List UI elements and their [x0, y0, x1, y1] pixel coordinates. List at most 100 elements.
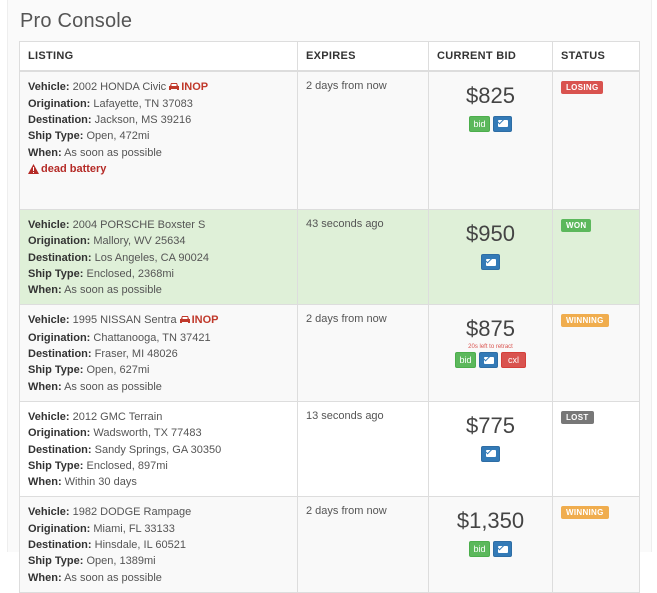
when-value: Within 30 days	[64, 476, 137, 489]
bid-button[interactable]: bid	[469, 115, 490, 132]
origination-label: Origination:	[28, 427, 91, 440]
status-badge: WINNING	[561, 314, 609, 328]
message-button[interactable]	[481, 254, 500, 270]
bid-amount: $875	[466, 316, 515, 342]
bid-cell: $875 20s left to retract bid cxl	[428, 304, 553, 402]
listing-cell: Vehicle: 2012 GMC Terrain Origination: W…	[19, 400, 298, 498]
origination-label: Origination:	[28, 522, 91, 535]
vehicle-warning: dead battery	[28, 161, 289, 179]
car-icon	[179, 313, 191, 329]
column-header-listing: LISTING	[19, 41, 298, 72]
message-button[interactable]	[481, 445, 500, 462]
expires-cell: 2 days from now	[297, 70, 429, 210]
when-value: As soon as possible	[64, 284, 162, 297]
expires-cell: 13 seconds ago	[297, 400, 429, 498]
bid-button[interactable]: bid	[455, 352, 476, 369]
origination-label: Origination:	[28, 97, 91, 110]
when-label: When:	[28, 380, 62, 393]
when-value: As soon as possible	[64, 146, 162, 159]
column-header-expires: EXPIRES	[297, 41, 429, 72]
bid-cell: $775	[428, 400, 553, 498]
ship-type-value: Enclosed, 897mi	[86, 459, 168, 472]
pro-console-panel: Pro Console LISTING EXPIRES CURRENT BID …	[7, 0, 652, 593]
origination-value: Chattanooga, TN 37421	[93, 331, 211, 344]
vehicle-label: Vehicle:	[28, 410, 70, 423]
table-row: Vehicle: 2004 PORSCHE Boxster S Originat…	[19, 208, 640, 306]
status-cell: LOSING	[552, 70, 640, 210]
column-header-status: STATUS	[552, 41, 640, 72]
when-value: As soon as possible	[64, 380, 162, 393]
status-cell: LOST	[552, 400, 640, 498]
destination-value: Jackson, MS 39216	[94, 114, 192, 127]
origination-value: Mallory, WV 25634	[93, 235, 186, 248]
listing-cell: Vehicle: 1995 NISSAN Sentra INOP Originat…	[19, 304, 298, 402]
table-row: Vehicle: 2002 HONDA Civic INOP Originatio…	[19, 70, 640, 210]
table-row: Vehicle: 1982 DODGE Rampage Origination:…	[19, 496, 640, 593]
status-badge: WON	[561, 219, 592, 232]
ship-type-label: Ship Type:	[28, 555, 84, 568]
listing-cell: Vehicle: 2002 HONDA Civic INOP Originatio…	[19, 70, 298, 210]
inop-label: INOP	[181, 80, 209, 93]
cancel-bid-button[interactable]: cxl	[501, 352, 526, 369]
when-label: When:	[28, 476, 62, 489]
page-title: Pro Console	[20, 10, 133, 32]
ship-type-label: Ship Type:	[28, 364, 84, 377]
destination-value: Los Angeles, CA 90024	[94, 251, 209, 264]
car-icon	[168, 80, 180, 96]
bid-cell: $1,350 bid	[428, 496, 553, 593]
bid-cell: $950	[428, 208, 553, 306]
message-button[interactable]	[493, 115, 512, 132]
warning-text: dead battery	[41, 162, 107, 175]
listing-cell: Vehicle: 2004 PORSCHE Boxster S Originat…	[19, 208, 298, 306]
message-button[interactable]	[493, 541, 512, 558]
inop-label: INOP	[191, 314, 219, 327]
warning-triangle-icon	[28, 163, 39, 179]
vehicle-label: Vehicle:	[28, 219, 70, 231]
table-row: Vehicle: 2012 GMC Terrain Origination: W…	[19, 400, 640, 498]
destination-value: Sandy Springs, GA 30350	[94, 443, 222, 456]
ship-type-label: Ship Type:	[28, 130, 84, 143]
bid-amount: $950	[466, 221, 515, 246]
table-row: Vehicle: 1995 NISSAN Sentra INOP Originat…	[19, 304, 640, 402]
expires-cell: 2 days from now	[297, 496, 429, 593]
destination-value: Hinsdale, IL 60521	[94, 539, 186, 552]
envelope-icon	[485, 450, 496, 458]
vehicle-value: 2002 HONDA Civic	[72, 80, 167, 93]
bid-amount: $775	[466, 412, 515, 438]
table-header-row: LISTING EXPIRES CURRENT BID STATUS	[19, 41, 640, 72]
status-cell: WINNING	[552, 304, 640, 402]
bid-button[interactable]: bid	[469, 541, 490, 558]
status-badge: LOST	[561, 410, 594, 424]
vehicle-label: Vehicle:	[28, 506, 70, 519]
ship-type-value: Open, 627mi	[86, 364, 150, 377]
ship-type-label: Ship Type:	[28, 459, 84, 472]
bid-amount: $1,350	[456, 508, 525, 534]
listing-cell: Vehicle: 1982 DODGE Rampage Origination:…	[19, 496, 298, 593]
when-value: As soon as possible	[64, 571, 162, 584]
destination-label: Destination:	[28, 443, 92, 456]
bid-cell: $825 bid	[428, 70, 553, 210]
origination-value: Wadsworth, TX 77483	[93, 427, 202, 440]
expires-cell: 43 seconds ago	[297, 208, 429, 306]
ship-type-value: Open, 1389mi	[86, 555, 156, 568]
destination-label: Destination:	[28, 251, 92, 264]
vehicle-value: 2012 GMC Terrain	[72, 410, 163, 423]
vehicle-label: Vehicle:	[28, 80, 70, 93]
expires-cell: 2 days from now	[297, 304, 429, 402]
vehicle-value: 1995 NISSAN Sentra	[72, 314, 177, 327]
status-cell: WINNING	[552, 496, 640, 593]
retract-countdown: 20s left to retract	[468, 344, 513, 351]
status-cell: WON	[552, 208, 640, 306]
ship-type-label: Ship Type:	[28, 267, 84, 280]
envelope-icon	[485, 258, 496, 266]
when-label: When:	[28, 571, 62, 584]
when-label: When:	[28, 146, 62, 159]
message-button[interactable]	[479, 352, 498, 369]
status-badge: WINNING	[561, 506, 609, 520]
destination-label: Destination:	[28, 114, 92, 127]
status-badge: LOSING	[561, 80, 604, 94]
envelope-icon	[497, 120, 508, 127]
vehicle-value: 2004 PORSCHE Boxster S	[72, 219, 206, 231]
vehicle-label: Vehicle:	[28, 314, 70, 327]
origination-label: Origination:	[28, 235, 91, 248]
